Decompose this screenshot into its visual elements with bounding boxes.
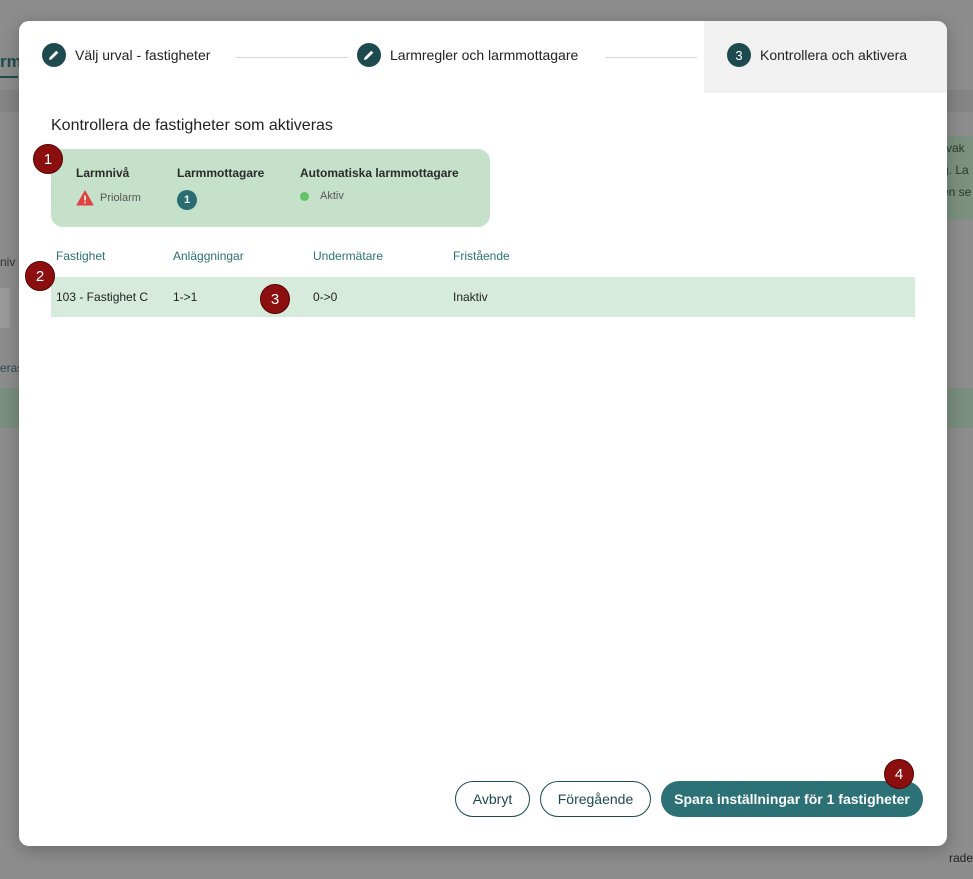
step-label: Kontrollera och aktivera (760, 47, 908, 63)
column-header-undermatare: Undermätare (313, 249, 384, 263)
warning-icon (76, 190, 94, 206)
cell-fastighet: 103 - Fastighet C (56, 290, 149, 304)
activation-dialog: Välj urval - fastigheter Larmregler och … (19, 21, 947, 846)
column-header-fristaende: Fristående (453, 249, 510, 263)
stepper: Välj urval - fastigheter Larmregler och … (19, 21, 947, 93)
step-connector (605, 57, 697, 58)
step-label: Larmregler och larmmottagare (390, 47, 579, 63)
alarm-level-value-row: Priolarm (76, 190, 141, 206)
column-header-anlaggningar: Anläggningar (173, 249, 244, 263)
column-header-fastighet: Fastighet (56, 249, 106, 263)
auto-receivers-section: Automatiska larmmottagare Aktiv (300, 166, 459, 202)
status-dot-icon (300, 191, 309, 201)
step-number: 3 (727, 43, 751, 67)
table-header: Fastighet Anläggningar Undermätare Frist… (51, 249, 915, 269)
cell-anlaggningar: 1->1 (173, 290, 198, 304)
previous-button[interactable]: Föregående (540, 781, 651, 817)
auto-receivers-status: Aktiv (320, 190, 344, 202)
cell-fristaende: Inaktiv (453, 290, 488, 304)
table-row[interactable]: 103 - Fastighet C 1->1 0->0 Inaktiv (51, 277, 915, 317)
save-settings-button[interactable]: Spara inställningar för 1 fastigheter (661, 781, 923, 817)
cancel-button[interactable]: Avbryt (455, 781, 530, 817)
alarm-receivers-label: Larmmottagare (177, 166, 265, 180)
step-alarm-rules[interactable]: Larmregler och larmmottagare (357, 43, 578, 67)
step-verify-activate: 3 Kontrollera och aktivera (727, 43, 907, 67)
step-verify-activate-active[interactable]: 3 Kontrollera och aktivera (704, 21, 947, 93)
alarm-receivers-section: Larmmottagare 1 (177, 166, 264, 210)
step-label: Välj urval - fastigheter (75, 47, 211, 63)
cell-undermatare: 0->0 (313, 290, 338, 304)
alarm-level-section: Larmnivå Priolarm (76, 166, 141, 206)
page-title: Kontrollera de fastigheter som aktiveras (51, 117, 333, 134)
alarm-summary-card: Larmnivå Priolarm Larmmottagare 1 Automa… (51, 149, 490, 227)
alarm-level-value: Priolarm (100, 192, 141, 204)
step-select-properties[interactable]: Välj urval - fastigheter (42, 43, 210, 67)
auto-receivers-value-row: Aktiv (300, 190, 459, 202)
auto-receivers-label: Automatiska larmmottagare (300, 166, 459, 180)
background-label: niv (0, 255, 16, 269)
alarm-receivers-value-row: 1 (177, 190, 264, 210)
pencil-icon (357, 43, 381, 67)
background-tab-underline (0, 76, 18, 78)
annotation-marker-3: 3 (260, 284, 290, 314)
background-input (0, 288, 10, 328)
annotation-marker-1: 1 (33, 144, 63, 174)
background-bottom-text: rade (949, 851, 973, 865)
pencil-icon (42, 43, 66, 67)
annotation-marker-4: 4 (884, 759, 914, 789)
receivers-count-badge: 1 (177, 190, 197, 210)
step-connector (236, 57, 348, 58)
annotation-marker-2: 2 (25, 261, 55, 291)
alarm-level-label: Larmnivå (76, 166, 130, 180)
